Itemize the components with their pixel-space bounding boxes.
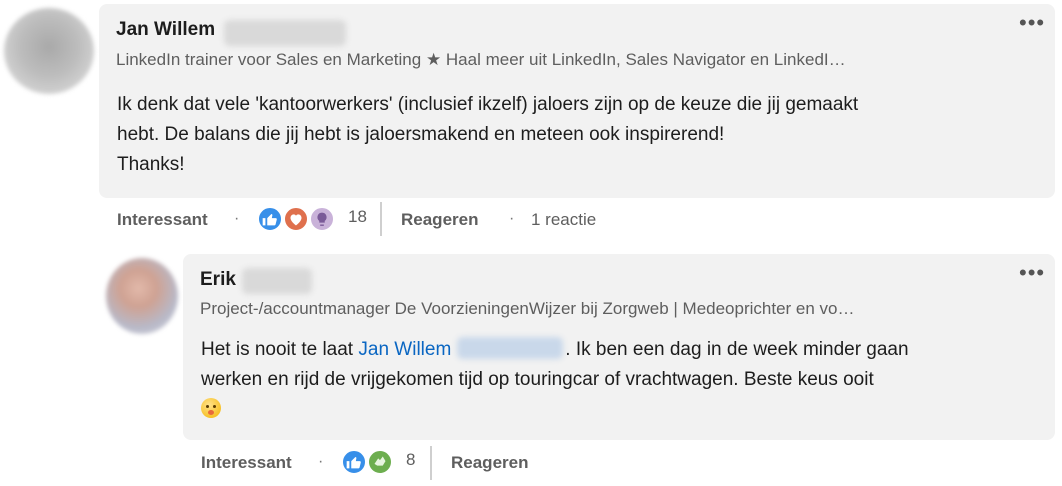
reply-button[interactable]: Reageren [401, 210, 478, 230]
reply-text: Het is nooit te laat Jan Willem . Ik ben … [201, 335, 1041, 425]
like-icon [341, 449, 367, 475]
support-icon [367, 449, 393, 475]
reply-text-line: Het is nooit te laat Jan Willem . Ik ben … [201, 335, 1041, 365]
separator-dot: · [234, 210, 240, 227]
shushing-face-emoji [201, 398, 221, 418]
reply-text-line: werken en rijd de vrijgekomen tijd op to… [201, 369, 874, 390]
separator-dot: · [509, 210, 515, 227]
separator-dot: · [318, 453, 324, 470]
comment-text: Ik denk dat vele 'kantoorwerkers' (inclu… [117, 90, 1037, 180]
comment-text-line: Thanks! [117, 154, 185, 175]
reaction-count[interactable]: 8 [406, 450, 415, 470]
mention-link[interactable]: Jan Willem [358, 339, 451, 360]
comment-more-button[interactable]: ••• [1019, 12, 1045, 34]
reply-text-post: . Ik ben een dag in de week minder gaan [565, 339, 909, 360]
comment-text-line: hebt. De balans die jij hebt is jaloersm… [117, 124, 725, 145]
react-interessant-button[interactable]: Interessant [201, 453, 292, 473]
replier-headline: Project-/accountmanager De Voorzieningen… [200, 299, 855, 318]
commenter-headline: LinkedIn trainer voor Sales en Marketing… [116, 50, 846, 69]
redacted-mention-surname [457, 337, 564, 359]
like-icon [257, 206, 283, 232]
commenter-avatar[interactable] [4, 8, 94, 94]
redacted-surname [224, 20, 346, 46]
replier-avatar[interactable] [106, 258, 178, 334]
divider [430, 446, 432, 480]
react-interessant-button[interactable]: Interessant [117, 210, 208, 230]
reply-text-line [201, 395, 1041, 425]
comment-text-line: Ik denk dat vele 'kantoorwerkers' (inclu… [117, 94, 859, 115]
redacted-surname [242, 268, 312, 294]
reply-more-button[interactable]: ••• [1019, 262, 1045, 284]
replies-count-link[interactable]: 1 reactie [531, 210, 596, 230]
reaction-count[interactable]: 18 [348, 207, 367, 227]
reply-button[interactable]: Reageren [451, 453, 528, 473]
commenter-name[interactable]: Jan Willem [116, 19, 215, 41]
love-icon [283, 206, 309, 232]
insightful-icon [309, 206, 335, 232]
divider [380, 202, 382, 236]
replier-name[interactable]: Erik [200, 269, 236, 291]
reply-text-pre: Het is nooit te laat [201, 339, 359, 360]
